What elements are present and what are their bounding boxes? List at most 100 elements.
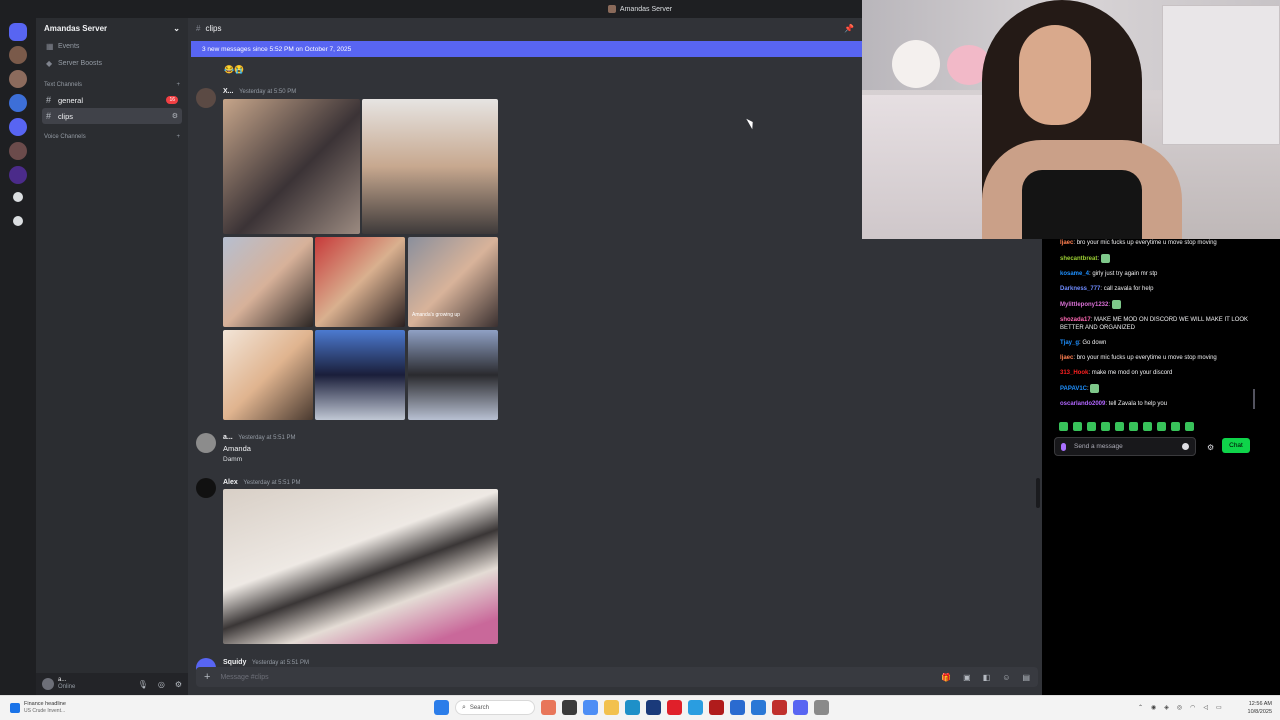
chat-username[interactable]: 313_Hook	[1060, 370, 1088, 376]
channel-general[interactable]: # general 16	[42, 92, 182, 108]
emoji-icon[interactable]	[1182, 443, 1189, 450]
chat-username[interactable]: shozada17	[1060, 317, 1091, 323]
emote-icon[interactable]	[1143, 422, 1152, 431]
tray-icon[interactable]: ◉	[1151, 704, 1156, 711]
mic-icon[interactable]	[1061, 442, 1066, 451]
app-icon[interactable]	[751, 700, 766, 715]
headphones-icon[interactable]: ◎	[158, 680, 165, 689]
channel-clips[interactable]: # clips ⚙	[42, 108, 182, 124]
chat-username[interactable]: Darkness_777	[1060, 286, 1100, 292]
gif-icon[interactable]: ▣	[963, 673, 971, 682]
chat-username[interactable]: Mylittlepony1232	[1060, 302, 1108, 308]
wifi-icon[interactable]: ◠	[1190, 704, 1195, 711]
taskbar-search[interactable]: ⌕ Search	[455, 700, 535, 715]
emote-icon[interactable]	[1129, 422, 1138, 431]
chat-username[interactable]: Ijaec	[1060, 240, 1073, 246]
message-input[interactable]: Message #clips	[220, 674, 268, 681]
message-author[interactable]: Squidy	[223, 659, 246, 666]
sidebar-item-events[interactable]: ▦ Events	[36, 38, 188, 55]
chat-username[interactable]: PAPAV1C	[1060, 386, 1087, 392]
chat-username[interactable]: Tjay_g	[1060, 340, 1079, 346]
gear-icon[interactable]: ⚙	[1207, 443, 1214, 452]
plus-icon[interactable]: +	[176, 82, 180, 88]
emote-icon[interactable]	[1073, 422, 1082, 431]
message-composer[interactable]: + Message #clips 🎁 ▣ ◧ ☺ ▤	[196, 667, 1038, 687]
emote-icon[interactable]	[1171, 422, 1180, 431]
volume-icon[interactable]: ◁	[1203, 704, 1208, 711]
windows-start-icon[interactable]	[434, 700, 449, 715]
image-attachment[interactable]	[315, 237, 405, 327]
app-icon[interactable]	[646, 700, 661, 715]
emote-icon[interactable]	[1087, 422, 1096, 431]
plus-icon[interactable]: +	[176, 134, 180, 140]
reactions-row[interactable]: 😂😭	[224, 65, 244, 74]
tray-icon[interactable]: ◎	[1177, 704, 1182, 711]
mic-icon[interactable]: 🎙	[138, 680, 148, 689]
gear-icon[interactable]: ⚙	[175, 680, 182, 689]
sticker-icon[interactable]: ◧	[983, 673, 991, 682]
apps-icon[interactable]: ▤	[1022, 673, 1030, 682]
app-icon[interactable]	[709, 700, 724, 715]
reaction-emoji-icon[interactable]: 😂😭	[224, 65, 244, 74]
discord-icon[interactable]	[793, 700, 808, 715]
message-author[interactable]: X...	[223, 88, 234, 95]
clock[interactable]: 12:56 AM 10/8/2025	[1248, 700, 1272, 716]
server-icon[interactable]	[9, 70, 27, 88]
task-view-icon[interactable]	[562, 700, 577, 715]
emote-icon[interactable]	[1059, 422, 1068, 431]
image-attachment[interactable]	[223, 237, 313, 327]
emote-icon[interactable]	[1157, 422, 1166, 431]
server-icon[interactable]	[9, 94, 27, 112]
gift-icon[interactable]: 🎁	[941, 673, 951, 682]
chat-scrollbar[interactable]	[1253, 389, 1255, 409]
chevron-up-icon[interactable]: ⌃	[1138, 704, 1143, 711]
app-icon[interactable]	[688, 700, 703, 715]
image-attachment[interactable]	[315, 330, 405, 420]
emote-icon[interactable]	[1185, 422, 1194, 431]
app-icon[interactable]	[730, 700, 745, 715]
file-explorer-icon[interactable]	[604, 700, 619, 715]
image-attachment[interactable]	[223, 489, 498, 644]
category-text-channels[interactable]: Text Channels +	[36, 78, 188, 92]
image-attachment[interactable]	[223, 330, 313, 420]
image-attachment[interactable]	[408, 330, 498, 420]
home-icon[interactable]	[9, 23, 27, 41]
emote-icon[interactable]	[1101, 422, 1110, 431]
settings-icon[interactable]: ⚙	[172, 112, 178, 120]
battery-icon[interactable]: ▭	[1216, 704, 1222, 711]
image-attachment[interactable]	[223, 99, 360, 234]
chat-username[interactable]: Ijaec	[1060, 355, 1073, 361]
news-widget[interactable]: Finance headline US Crude Invent...	[10, 701, 66, 715]
avatar[interactable]	[196, 433, 216, 453]
explore-icon[interactable]	[13, 216, 23, 226]
chat-send-button[interactable]: Chat	[1222, 438, 1250, 453]
server-icon[interactable]	[9, 118, 27, 136]
tray-icon[interactable]: ◈	[1164, 704, 1169, 711]
app-icon[interactable]	[541, 700, 556, 715]
add-server-icon[interactable]	[13, 192, 23, 202]
pin-icon[interactable]: 📌	[844, 24, 854, 33]
image-attachment[interactable]	[362, 99, 498, 234]
chat-username[interactable]: kosame_4	[1060, 271, 1089, 277]
new-messages-bar[interactable]: 3 new messages since 5:52 PM on October …	[191, 41, 862, 57]
chat-username[interactable]: shecantbreat	[1060, 256, 1097, 262]
message-author[interactable]: Alex	[223, 479, 238, 486]
app-icon[interactable]	[667, 700, 682, 715]
plus-icon[interactable]: +	[204, 671, 210, 683]
server-icon[interactable]	[9, 46, 27, 64]
server-icon[interactable]	[9, 142, 27, 160]
message-author[interactable]: a...	[223, 434, 233, 441]
app-icon[interactable]	[814, 700, 829, 715]
emote-icon[interactable]	[1115, 422, 1124, 431]
app-icon[interactable]	[772, 700, 787, 715]
avatar[interactable]	[196, 88, 216, 108]
sidebar-item-server-boosts[interactable]: ◆ Server Boosts	[36, 55, 188, 72]
category-voice-channels[interactable]: Voice Channels +	[36, 130, 188, 144]
chat-username[interactable]: oscarlando2009	[1060, 401, 1105, 407]
avatar[interactable]	[196, 478, 216, 498]
server-icon[interactable]	[9, 166, 27, 184]
edge-icon[interactable]	[625, 700, 640, 715]
server-header[interactable]: Amandas Server ⌄	[36, 18, 188, 38]
app-icon[interactable]	[583, 700, 598, 715]
chat-input[interactable]: Send a message	[1054, 437, 1196, 456]
